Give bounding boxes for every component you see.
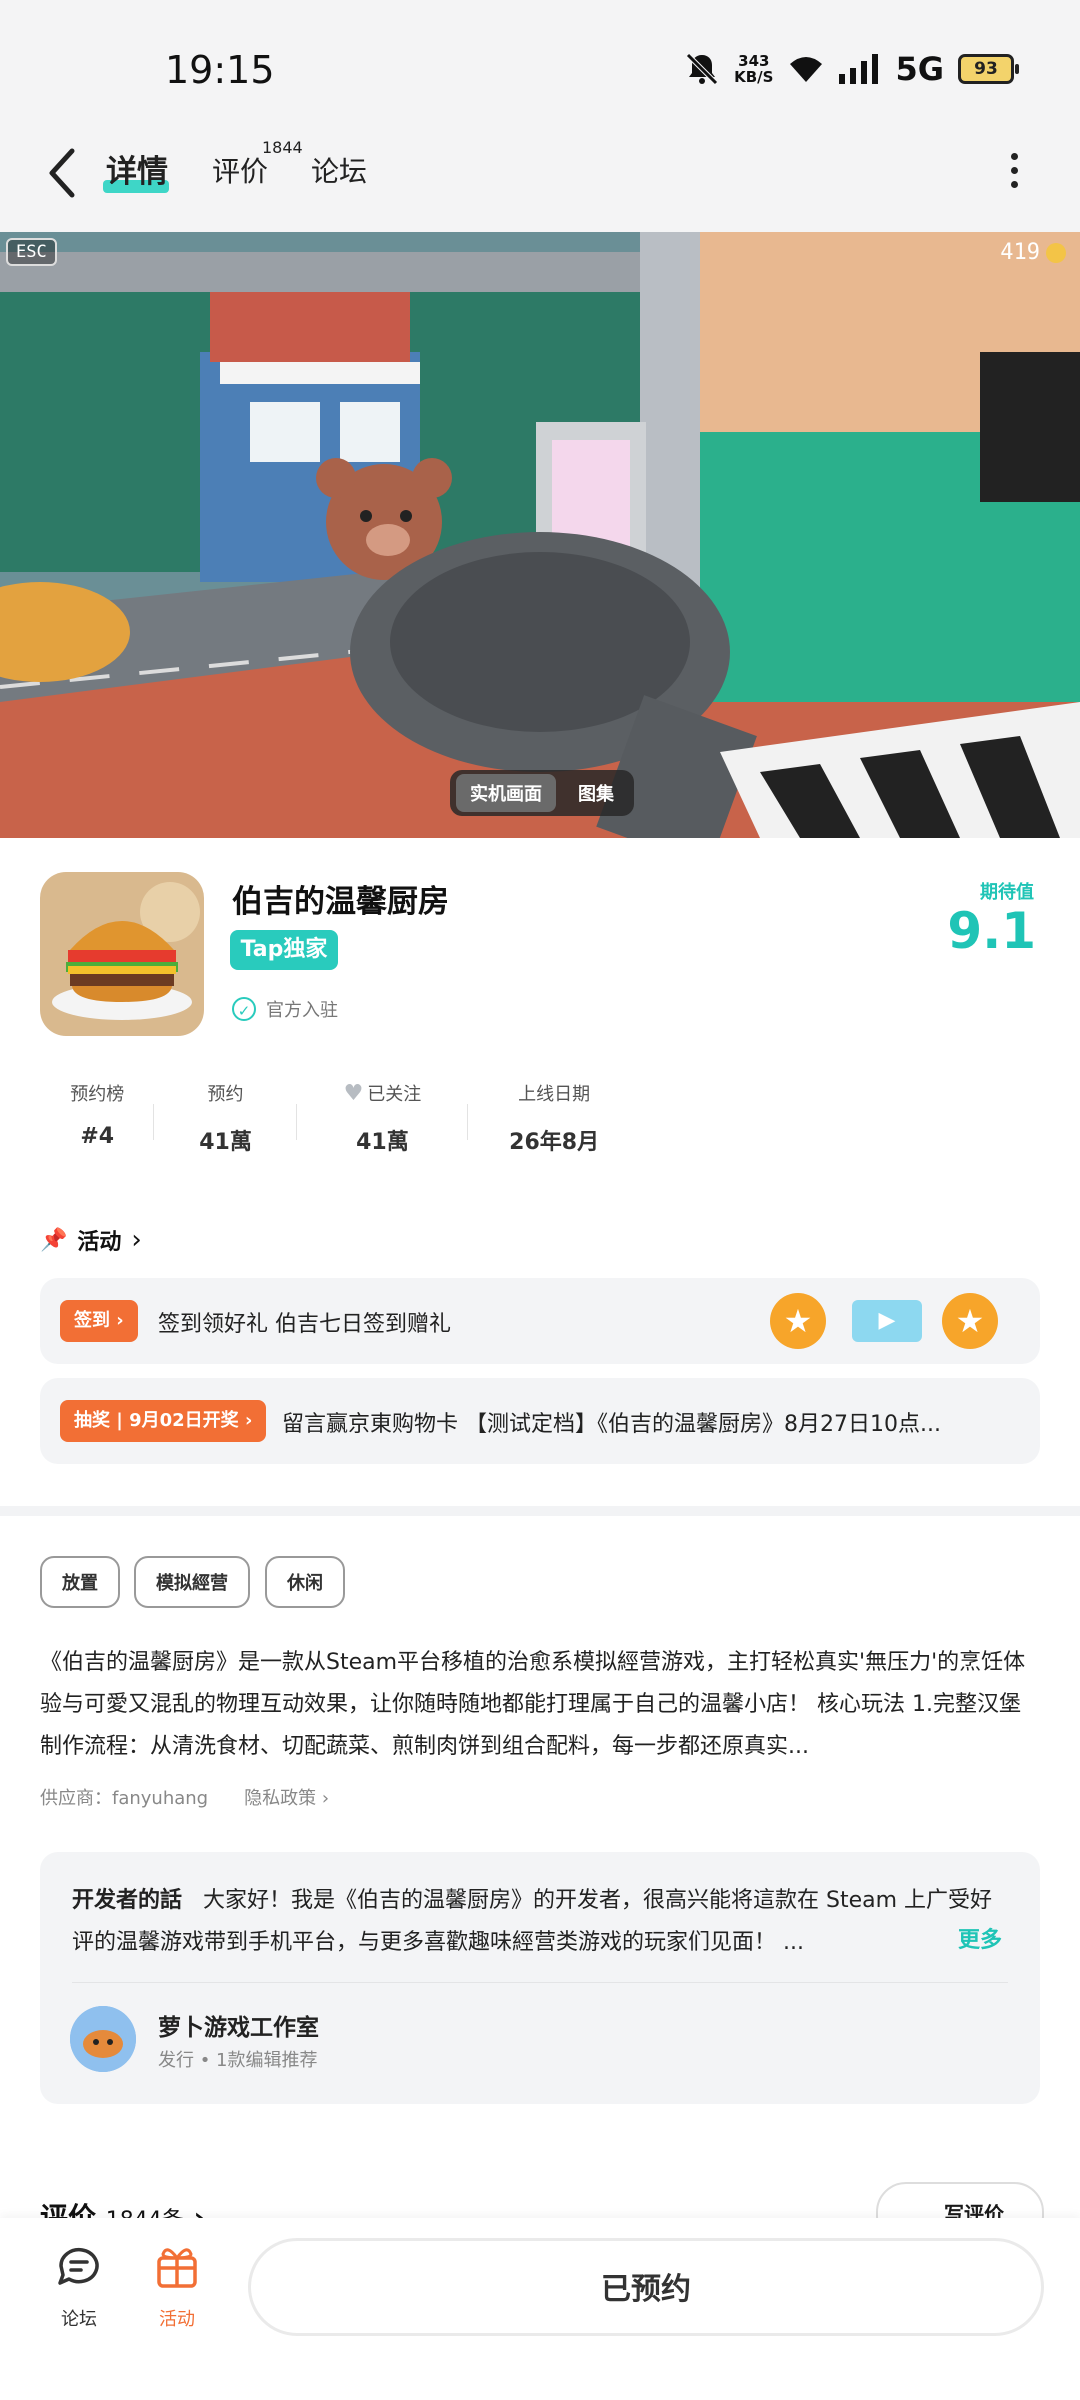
chevron-right-icon: › bbox=[131, 1225, 142, 1255]
stat-follow[interactable]: ♥ 已关注 41萬 bbox=[297, 1080, 469, 1156]
genre-tag[interactable]: 放置 bbox=[40, 1556, 120, 1608]
mute-bell-icon bbox=[686, 53, 718, 85]
tab-forum[interactable]: 论坛 bbox=[311, 150, 367, 190]
game-description[interactable]: 《伯吉的温馨厨房》是一款从Steam平台移植的治愈系模拟經营游戏，主打轻松真实'… bbox=[40, 1642, 1040, 1768]
network-type: 5G bbox=[895, 50, 944, 88]
checkin-text: 签到领好礼 伯吉七日签到赠礼 bbox=[158, 1312, 451, 1337]
tap-exclusive-badge: Tap独家 bbox=[230, 930, 338, 970]
stat-rank[interactable]: 预约榜 #4 bbox=[40, 1080, 155, 1156]
game-title: 伯吉的温馨厨房 bbox=[232, 884, 449, 920]
coin-counter: 419 bbox=[1000, 240, 1066, 265]
developer-more-link[interactable]: 更多 bbox=[958, 1922, 1002, 1954]
star-reward-icon-2: ★ bbox=[942, 1293, 998, 1349]
studio-name[interactable]: 萝卜游戏工作室 bbox=[158, 2008, 319, 2042]
game-screenshot[interactable] bbox=[0, 232, 1080, 838]
segment-gameplay[interactable]: 实机画面 bbox=[456, 774, 556, 812]
wifi-icon bbox=[790, 57, 823, 82]
battery-icon: 93 bbox=[958, 54, 1019, 84]
activity-header[interactable]: 📌 活动 › bbox=[40, 1224, 142, 1256]
signal-icon bbox=[839, 54, 879, 84]
studio-avatar[interactable] bbox=[70, 2006, 136, 2072]
game-stats: 预约榜 #4 预约 41萬 ♥ 已关注 41萬 上线日期 26年8月 bbox=[40, 1080, 640, 1156]
reviews-count-badge: 1844 bbox=[262, 138, 303, 157]
lottery-text: 留言赢京東购物卡 【测试定档】《伯吉的温馨厨房》8月27日10点... bbox=[282, 1412, 941, 1437]
activity-card-lottery[interactable]: 抽奖 | 9月02日开奖 › 留言赢京東购物卡 【测试定档】《伯吉的温馨厨房》8… bbox=[40, 1378, 1040, 1464]
esc-button[interactable]: ESC bbox=[6, 238, 57, 266]
status-icons: 343 KB/S 5G 93 bbox=[684, 50, 1019, 88]
tab-details[interactable]: 详情 bbox=[106, 146, 168, 191]
verified-check-icon: ✓ bbox=[232, 997, 256, 1021]
ticket-reward-icon: ▶ bbox=[852, 1300, 922, 1342]
back-arrow-icon[interactable] bbox=[44, 145, 80, 201]
more-menu-icon[interactable] bbox=[1011, 153, 1019, 195]
bottom-activity-button[interactable]: 活动 bbox=[132, 2240, 222, 2331]
supplier-row: 供应商：fanyuhang 隐私政策 › bbox=[40, 1784, 329, 1810]
bottom-forum-button[interactable]: 论坛 bbox=[34, 2240, 124, 2331]
net-speed: 343 KB/S bbox=[734, 52, 774, 86]
developer-note[interactable]: 开发者的話 大家好！我是《伯吉的温馨厨房》的开发者，很高兴能将這款在 Steam… bbox=[72, 1880, 1012, 1964]
lottery-tag: 抽奖 | 9月02日开奖 › bbox=[60, 1400, 267, 1442]
reserved-button[interactable]: 已预约 bbox=[248, 2238, 1044, 2336]
media-switcher: 实机画面 图集 bbox=[450, 770, 634, 816]
chat-bubble-icon bbox=[58, 2247, 99, 2285]
divider bbox=[72, 1982, 1008, 1983]
expectation-label: 期待值 bbox=[980, 882, 1034, 903]
status-time: 19:15 bbox=[165, 48, 275, 92]
studio-subtitle: 发行 • 1款编辑推荐 bbox=[158, 2050, 318, 2071]
checkin-tag: 签到 › bbox=[60, 1300, 138, 1342]
official-tag: ✓ 官方入驻 bbox=[232, 996, 338, 1022]
tab-reviews[interactable]: 评价 bbox=[212, 150, 268, 190]
privacy-link[interactable]: 隐私政策 › bbox=[244, 1784, 329, 1810]
activity-card-checkin[interactable]: 签到 › 签到领好礼 伯吉七日签到赠礼 ★ ▶ ★ bbox=[40, 1278, 1040, 1364]
stat-reservations[interactable]: 预约 41萬 bbox=[154, 1080, 297, 1156]
heart-icon: ♥ bbox=[343, 1080, 364, 1106]
section-divider bbox=[0, 1506, 1080, 1516]
stat-release-date: 上线日期 26年8月 bbox=[509, 1084, 600, 1155]
gift-icon bbox=[157, 2248, 197, 2288]
segment-gallery[interactable]: 图集 bbox=[564, 774, 628, 812]
pin-icon: 📌 bbox=[40, 1227, 68, 1253]
genre-tag[interactable]: 休闲 bbox=[265, 1556, 345, 1608]
game-icon bbox=[40, 872, 204, 1036]
expectation-score: 9.1 bbox=[947, 902, 1036, 960]
supplier-label: 供应商：fanyuhang bbox=[40, 1788, 209, 1809]
star-reward-icon: ★ bbox=[770, 1293, 826, 1349]
genre-tag[interactable]: 模拟經营 bbox=[134, 1556, 250, 1608]
coin-icon bbox=[1046, 242, 1066, 263]
